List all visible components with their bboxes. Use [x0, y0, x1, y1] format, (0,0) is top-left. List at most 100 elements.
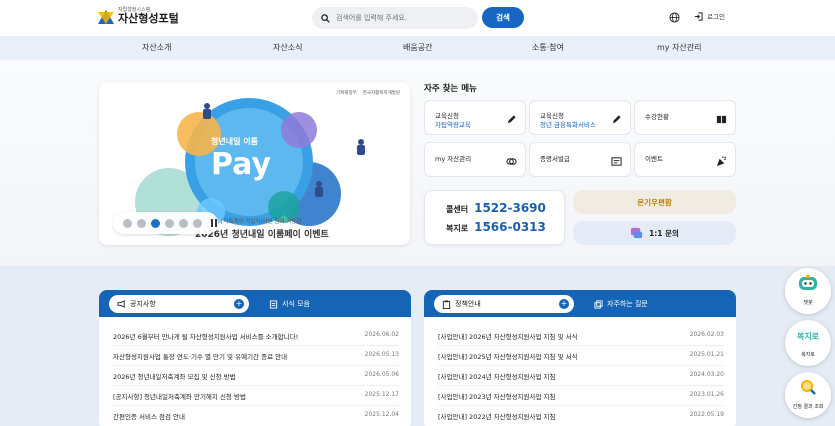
list-item-date: 2024.03.20: [689, 371, 724, 378]
list-item-title: [사업안내] 2025년 자산형성지원사업 지침 및 서식: [438, 353, 578, 361]
list-item-date: 2026.05.06: [364, 371, 399, 378]
list-item[interactable]: 자산형성지원사업 통장 연도·기수 별 만기 및 유예기간 종료 안내 2026.…: [113, 351, 399, 361]
list-item[interactable]: [사업안내] 2026년 자산형성지원사업 지침 및 서식 2026.02.03: [438, 331, 724, 341]
list-item-date: 2026.05.13: [364, 351, 399, 358]
quick-item-course-status[interactable]: 수강현황: [634, 100, 736, 135]
login-icon: [694, 11, 703, 21]
policy-panel-header: 정책안내 + 자주하는 질문: [424, 290, 736, 317]
call-center-row[interactable]: 콜센터 1522-3690: [446, 201, 546, 215]
carousel-dot[interactable]: [123, 218, 132, 228]
list-item[interactable]: [사업안내] 2023년 자산형성지원사업 지침 2023.01.26: [438, 391, 724, 401]
list-item[interactable]: 2026년 청년내일저축계좌 모집 및 신청 방법 2026.05.06: [113, 371, 399, 381]
tab-faq-label: 자주하는 질문: [607, 300, 648, 308]
search-input[interactable]: [336, 14, 466, 22]
site-logo[interactable]: 자립형정시스템 자산형성포털: [98, 8, 179, 24]
list-item-date: 2025.12.17: [364, 391, 399, 398]
login-button[interactable]: 로그인: [694, 11, 725, 21]
quick-menu-title: 자주 찾는 메뉴: [424, 84, 477, 94]
nav-item-community[interactable]: 소통·참여: [532, 42, 564, 53]
inquiry-label: 1:1 문의: [649, 228, 679, 238]
chat-bubble-icon: [630, 227, 643, 238]
nav-item-learning[interactable]: 배움공간: [403, 42, 432, 53]
party-icon: [716, 156, 727, 167]
pencil-icon: [612, 115, 621, 124]
list-item[interactable]: [사업안내] 2025년 자산형성지원사업 지침 및 서식 2025.01.21: [438, 351, 724, 361]
nav-item-intro[interactable]: 자산소개: [142, 42, 171, 53]
plus-icon[interactable]: +: [234, 299, 244, 309]
banner-logo-kdi: 한국자활복지개발원: [362, 91, 400, 96]
tab-faq[interactable]: 자주하는 질문: [594, 299, 648, 309]
list-item-title: 자산형성지원사업 통장 연도·기수 별 만기 및 유예기간 종료 안내: [113, 353, 288, 361]
chatbot-button[interactable]: 챗봇: [785, 268, 831, 314]
document-icon: [269, 299, 278, 309]
divider: [113, 365, 399, 366]
globe-icon[interactable]: [669, 12, 680, 23]
tab-policy[interactable]: 정책안내 +: [434, 295, 574, 313]
call-center-number: 1522-3690: [474, 201, 546, 215]
copy-icon: [594, 299, 603, 309]
list-item-title: 2026년 청년내일저축계좌 모집 및 신청 방법: [113, 373, 236, 381]
main-nav: 자산소개 자산소식 배움공간 소통·참여 my 자산관리: [0, 36, 835, 60]
certificate-icon: [611, 157, 622, 166]
selection-result-label: 선정 결과 조회: [792, 404, 824, 410]
carousel-dot[interactable]: [179, 218, 188, 228]
quick-item-label: 증명서발급: [540, 155, 570, 163]
quick-item-label: 이벤트: [645, 155, 663, 163]
megaphone-icon: [117, 300, 125, 308]
quick-item-certificate[interactable]: 증명서발급: [529, 142, 631, 177]
carousel-dot-active[interactable]: [151, 218, 160, 228]
notice-panel: 공지사항 + 서식 모음 2026년 6월부터 만나게 될 자산형성지원사업 서…: [99, 290, 411, 426]
logo-mark-icon: [98, 8, 114, 24]
nav-item-my-assets[interactable]: my 자산관리: [657, 42, 702, 53]
list-item-date: 2025.01.21: [689, 351, 724, 358]
quick-item-self-reliance-education[interactable]: 교육신청 자립역량교육: [424, 100, 526, 135]
list-item[interactable]: 간편인증 서비스 점검 안내 2025.12.04: [113, 411, 399, 421]
carousel-dot[interactable]: [137, 218, 146, 228]
list-item-title: 2026년 6월부터 만나게 될 자산형성지원사업 서비스를 소개합니다!: [113, 333, 299, 341]
banner-logo-moef: 기획재정부: [336, 91, 357, 96]
plus-icon[interactable]: +: [559, 299, 569, 309]
tab-forms[interactable]: 서식 모음: [269, 299, 310, 309]
search-icon: [321, 13, 330, 23]
list-item-date: 2023.01.26: [689, 391, 724, 398]
inquiry-button[interactable]: 1:1 문의: [573, 221, 736, 245]
list-item-title: [사업안내] 2022년 자산형성지원사업 지침: [438, 413, 556, 421]
list-item-date: 2026.06.02: [364, 331, 399, 338]
carousel-dot[interactable]: [193, 218, 202, 228]
list-item-title: [사업안내] 2024년 자산형성지원사업 지침: [438, 373, 556, 381]
login-label: 로그인: [707, 13, 725, 21]
carousel-dot[interactable]: [165, 218, 174, 228]
pencil-icon: [507, 115, 516, 124]
chatbot-label: 챗봇: [803, 300, 813, 306]
quick-item-event[interactable]: 이벤트: [634, 142, 736, 177]
coins-icon: [506, 158, 517, 165]
welfare-row[interactable]: 복지로 1566-0313: [446, 220, 546, 234]
policy-panel: 정책안내 + 자주하는 질문 [사업안내] 2026년 자산형성지원사업 지침 …: [424, 290, 736, 426]
tab-notice[interactable]: 공지사항 +: [109, 295, 249, 313]
search-button[interactable]: 검색: [482, 7, 524, 28]
divider: [438, 365, 724, 366]
nav-item-news[interactable]: 자산소식: [273, 42, 302, 53]
magnifier-check-icon: [801, 380, 816, 395]
list-item[interactable]: 2026년 6월부터 만나게 될 자산형성지원사업 서비스를 소개합니다! 202…: [113, 331, 399, 341]
list-item-date: 2022.05.19: [689, 411, 724, 418]
list-item[interactable]: [사업안내] 2024년 자산형성지원사업 지침 2024.03.20: [438, 371, 724, 381]
list-item[interactable]: [공지사항] 청년내일저축계좌 만기해지 신청 방법 2025.12.17: [113, 391, 399, 401]
online-mailbox-button[interactable]: 온기우편함: [573, 190, 736, 214]
quick-item-finance-service[interactable]: 교육신청 청년 금융특화서비스: [529, 100, 631, 135]
welfare-portal-label: 복지로: [801, 352, 815, 358]
chatbot-icon: [799, 275, 817, 290]
list-item-title: [사업안내] 2026년 자산형성지원사업 지침 및 서식: [438, 333, 578, 341]
selection-result-button[interactable]: 선정 결과 조회: [785, 372, 831, 418]
divider: [113, 385, 399, 386]
logo-title: 자산형성포털: [118, 12, 179, 25]
pause-icon[interactable]: [211, 219, 218, 227]
divider: [438, 345, 724, 346]
tab-notice-label: 공지사항: [130, 300, 156, 308]
welfare-portal-button[interactable]: 복지로 복지로: [785, 320, 831, 366]
list-item-title: 간편인증 서비스 점검 안내: [113, 413, 185, 421]
list-item-title: [공지사항] 청년내일저축계좌 만기해지 신청 방법: [113, 393, 246, 401]
banner-hero-small: 청년내일 이룸: [211, 136, 259, 146]
quick-item-my-assets[interactable]: my 자산관리: [424, 142, 526, 177]
list-item[interactable]: [사업안내] 2022년 자산형성지원사업 지침 2022.05.19: [438, 411, 724, 421]
